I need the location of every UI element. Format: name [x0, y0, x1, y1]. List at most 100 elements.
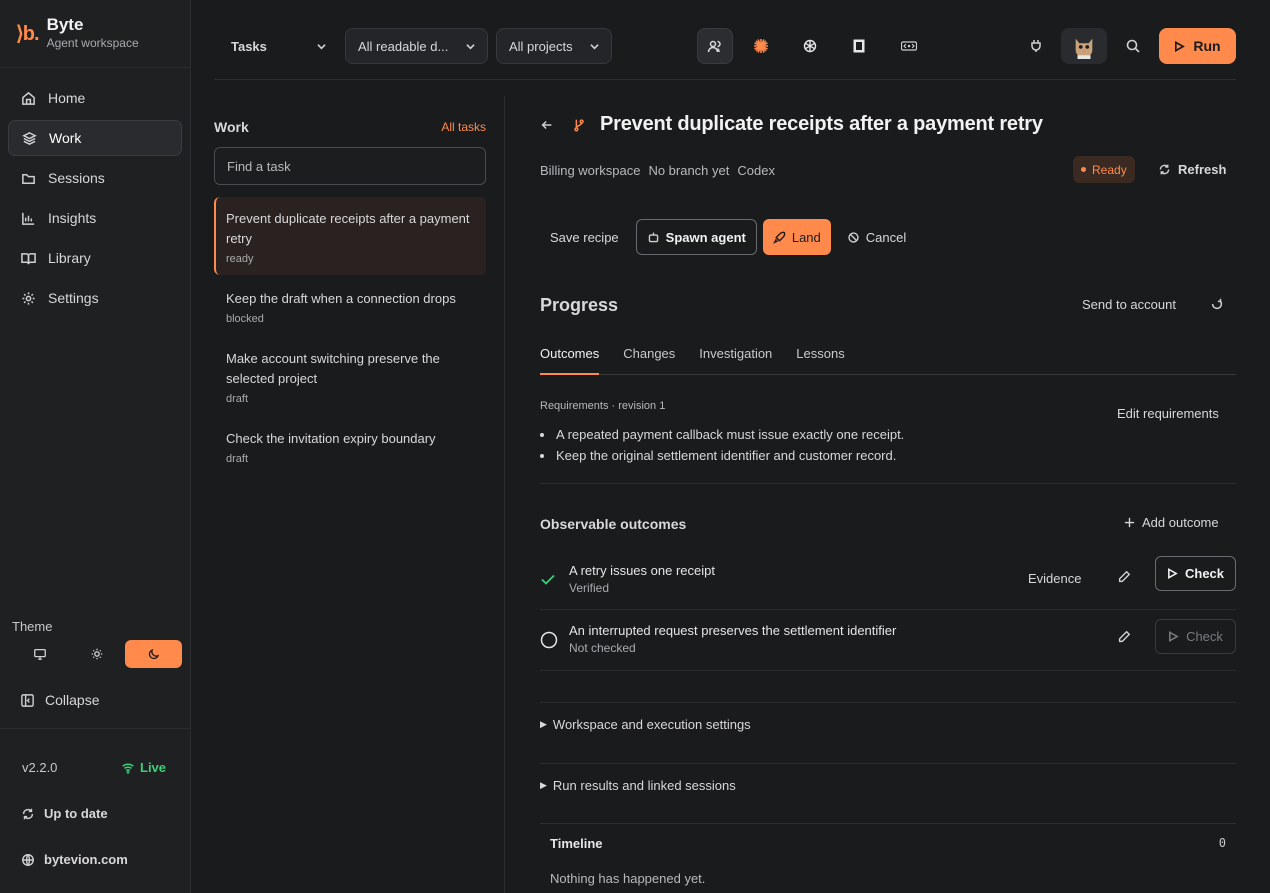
gemini-agent-button[interactable]	[841, 28, 877, 64]
brand[interactable]: ⟩b. Byte Agent workspace	[16, 14, 139, 54]
check-button[interactable]: Check	[1155, 619, 1236, 654]
run-button[interactable]: Run	[1159, 28, 1236, 64]
live-label: Live	[140, 760, 167, 775]
land-label: Land	[791, 229, 821, 245]
refresh-button[interactable]: Refresh	[1158, 162, 1226, 177]
sidebar-item-label: Library	[48, 250, 91, 266]
all-tasks-link[interactable]: All tasks	[441, 120, 486, 134]
cat-avatar-icon	[1075, 38, 1093, 59]
sidebar-item-label: Insights	[48, 210, 97, 226]
sidebar-item-sessions[interactable]: Sessions	[8, 160, 182, 196]
task-title: Make account switching preserve the sele…	[226, 351, 440, 386]
timeline: Timeline 0 Nothing has happened yet.	[540, 823, 1236, 893]
code-icon	[901, 41, 917, 51]
evidence-button[interactable]: Evidence	[1028, 571, 1081, 586]
sidebar-item-home[interactable]: Home	[8, 80, 182, 116]
task-item[interactable]: Check the invitation expiry boundary dra…	[214, 417, 486, 475]
project-select[interactable]: All projects	[496, 28, 612, 64]
task-list: Work All tasks Prevent duplicate receipt…	[214, 96, 486, 475]
agents-button[interactable]	[697, 28, 733, 64]
theme-dark-button[interactable]	[125, 640, 183, 668]
reset-button[interactable]	[1210, 297, 1224, 314]
cancel-label: Cancel	[865, 229, 907, 245]
task-item[interactable]: Make account switching preserve the sele…	[214, 337, 486, 415]
task-item[interactable]: Prevent duplicate receipts after a payme…	[214, 197, 486, 275]
add-outcome-button[interactable]: Add outcome	[1124, 515, 1219, 530]
update-label: Up to date	[44, 806, 108, 821]
update-status[interactable]: Up to date	[21, 806, 108, 821]
sidebar-collapse-icon	[21, 693, 34, 707]
rotate-ccw-icon	[1211, 298, 1223, 310]
tab-investigation[interactable]: Investigation	[699, 346, 772, 375]
spawn-agent-button[interactable]: Spawn agent	[635, 219, 757, 255]
sidebar-item-label: Sessions	[48, 170, 105, 186]
filter-select[interactable]: All readable d...	[345, 28, 488, 64]
outcome-status: Not checked	[569, 641, 636, 655]
column-divider	[504, 96, 505, 893]
workspace-label: Billing workspace	[540, 163, 641, 178]
tab-lessons[interactable]: Lessons	[796, 346, 844, 375]
check-button[interactable]: Check	[1155, 556, 1236, 591]
task-list-title: Work	[214, 119, 249, 135]
view-select[interactable]: Tasks	[214, 28, 338, 64]
home-icon	[22, 91, 35, 105]
back-arrow-icon[interactable]	[540, 118, 554, 132]
send-to-account-button[interactable]: Send to account	[1082, 297, 1176, 312]
rocket-icon	[772, 231, 786, 244]
timeline-title: Timeline	[550, 836, 603, 851]
tab-changes[interactable]: Changes	[623, 346, 675, 375]
tab-outcomes[interactable]: Outcomes	[540, 346, 600, 375]
land-button[interactable]: Land	[762, 219, 831, 255]
claude-agent-button[interactable]	[743, 28, 779, 64]
section-label: Workspace and execution settings	[552, 717, 751, 732]
website-link[interactable]: bytevion.com	[21, 852, 128, 867]
requirements-label: Requirements · revision 1	[540, 400, 666, 412]
book-icon	[21, 252, 36, 264]
edit-outcome-button[interactable]	[1117, 570, 1131, 587]
save-recipe-button[interactable]: Save recipe	[540, 219, 629, 255]
openai-agent-button[interactable]	[792, 28, 828, 64]
observable-outcomes-title: Observable outcomes	[540, 516, 687, 532]
check-label: Check	[1184, 566, 1225, 581]
edit-requirements-button[interactable]: Edit requirements	[1117, 406, 1219, 421]
theme-system-button[interactable]	[12, 640, 69, 668]
edit-outcome-button[interactable]	[1117, 630, 1131, 647]
agent-label: Codex	[737, 163, 775, 178]
sidebar-item-insights[interactable]: Insights	[8, 200, 182, 236]
sidebar-item-work[interactable]: Work	[8, 120, 182, 156]
check-icon	[541, 574, 555, 585]
task-item[interactable]: Keep the draft when a connection drops b…	[214, 277, 486, 335]
brand-subtitle: Agent workspace	[46, 36, 139, 50]
theme-label: Theme	[12, 619, 53, 634]
task-search-input[interactable]	[214, 147, 486, 185]
custom-agent-button[interactable]	[891, 28, 927, 64]
requirements-list: A repeated payment callback must issue e…	[540, 424, 904, 466]
run-label: Run	[1193, 38, 1221, 54]
search-icon	[1126, 39, 1140, 53]
spawn-agent-label: Spawn agent	[665, 229, 746, 245]
users-icon	[707, 40, 721, 53]
cancel-button[interactable]: Cancel	[837, 219, 916, 255]
layers-icon	[22, 131, 37, 145]
sidebar-item-library[interactable]: Library	[8, 240, 182, 276]
workspace-settings-toggle[interactable]: ▶ Workspace and execution settings	[540, 717, 751, 732]
theme-light-button[interactable]	[69, 640, 126, 668]
git-branch-icon	[574, 118, 584, 132]
sidebar-item-settings[interactable]: Settings	[8, 280, 182, 316]
sidebar-divider	[0, 728, 191, 729]
outcome-status: Verified	[569, 581, 610, 595]
add-outcome-label: Add outcome	[1142, 515, 1219, 530]
plugin-button[interactable]	[1018, 28, 1054, 64]
task-actions: Save recipe Spawn agent Land Cancel	[540, 219, 916, 255]
refresh-icon	[22, 808, 34, 819]
website-label: bytevion.com	[44, 852, 128, 867]
save-recipe-label: Save recipe	[550, 229, 619, 245]
section-divider	[540, 702, 1236, 703]
collapse-label: Collapse	[45, 692, 100, 708]
avatar[interactable]	[1061, 28, 1107, 64]
run-results-toggle[interactable]: ▶ Run results and linked sessions	[540, 778, 736, 793]
refresh-label: Refresh	[1178, 162, 1227, 177]
collapse-button[interactable]: Collapse	[20, 692, 99, 708]
chevron-down-icon	[590, 43, 599, 49]
search-button[interactable]	[1115, 28, 1151, 64]
